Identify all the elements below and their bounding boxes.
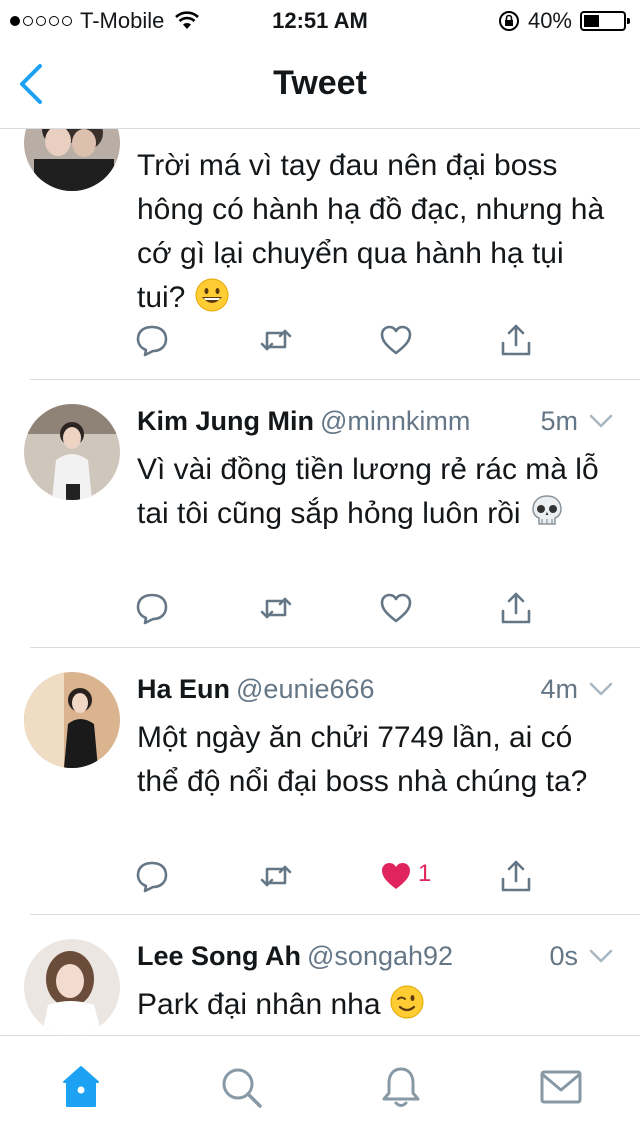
tweet-header: Lee Song Ah @songah92 0s xyxy=(137,941,614,979)
tab-bar xyxy=(0,1035,640,1137)
search-icon[interactable] xyxy=(218,1064,264,1110)
tweet-header: Kim Jung Min @minnkimm 5m xyxy=(137,406,614,444)
tweet-text: Vì vài đồng tiền lương rẻ rác mà lỗ tai … xyxy=(137,448,618,536)
tweet-text: Trời má vì tay đau nên đại boss hông có … xyxy=(137,144,618,320)
chevron-down-icon[interactable] xyxy=(588,680,614,698)
tweet-text-content: Park đại nhân nha xyxy=(137,988,381,1021)
tweet-header: Ha Eun @eunie666 4m xyxy=(137,674,614,712)
retweet-icon[interactable] xyxy=(258,858,294,894)
tweet-item[interactable]: Lee Song Ah @songah92 0s Park đại nhân nh… xyxy=(0,915,640,1035)
chevron-down-icon[interactable] xyxy=(588,412,614,430)
tweet-actions xyxy=(134,590,554,630)
share-icon[interactable] xyxy=(498,322,534,358)
share-icon[interactable] xyxy=(498,590,534,626)
avatar[interactable] xyxy=(24,404,120,500)
author-handle[interactable]: @songah92 xyxy=(307,941,453,971)
reply-icon[interactable] xyxy=(134,322,170,358)
retweet-icon[interactable] xyxy=(258,590,294,626)
author-name[interactable]: Kim Jung Min xyxy=(137,406,314,436)
tweet-item[interactable]: Ha Eun @eunie666 4m Một ngày ăn chửi 7749… xyxy=(0,648,640,914)
tweet-actions xyxy=(134,322,554,362)
avatar[interactable] xyxy=(24,129,120,191)
tweet-feed[interactable]: Trời má vì tay đau nên đại boss hông có … xyxy=(0,129,640,1035)
tweet-time: 4m xyxy=(540,674,578,704)
winking-face-icon xyxy=(390,985,424,1019)
status-bar: T-Mobile 12:51 AM 40% xyxy=(0,0,640,40)
avatar[interactable] xyxy=(24,672,120,768)
page-title: Tweet xyxy=(273,64,367,102)
liked-heart-icon[interactable] xyxy=(378,858,414,894)
tweet-item[interactable]: Trời má vì tay đau nên đại boss hông có … xyxy=(0,129,640,379)
status-right: 40% xyxy=(498,8,630,34)
battery-icon xyxy=(580,11,630,31)
home-icon[interactable] xyxy=(58,1064,104,1110)
messages-envelope-icon[interactable] xyxy=(538,1064,584,1110)
grinning-face-icon xyxy=(195,278,229,312)
author-name[interactable]: Lee Song Ah xyxy=(137,941,301,971)
like-icon[interactable] xyxy=(378,590,414,626)
tweet-text: Park đại nhân nha xyxy=(137,983,618,1027)
reply-icon[interactable] xyxy=(134,858,170,894)
tweet-text: Một ngày ăn chửi 7749 lần, ai có thể độ … xyxy=(137,721,588,798)
tweet-item[interactable]: Kim Jung Min @minnkimm 5m Vì vài đồng tiề… xyxy=(0,380,640,662)
battery-percent: 40% xyxy=(527,8,572,33)
tweet-actions: 1 xyxy=(134,858,554,898)
notifications-bell-icon[interactable] xyxy=(378,1064,424,1110)
rotation-lock-icon xyxy=(498,11,519,31)
tweet-time: 0s xyxy=(549,941,578,971)
share-icon[interactable] xyxy=(498,858,534,894)
skull-icon xyxy=(532,495,562,525)
avatar[interactable] xyxy=(24,939,120,1035)
like-count: 1 xyxy=(418,860,432,887)
like-icon[interactable] xyxy=(378,322,414,358)
tweet-time: 5m xyxy=(540,406,578,436)
author-name[interactable]: Ha Eun xyxy=(137,674,230,704)
reply-icon[interactable] xyxy=(134,590,170,626)
retweet-icon[interactable] xyxy=(258,322,294,358)
author-handle[interactable]: @minnkimm xyxy=(320,406,470,436)
chevron-down-icon[interactable] xyxy=(588,947,614,965)
author-handle[interactable]: @eunie666 xyxy=(236,674,375,704)
nav-bar: Tweet xyxy=(0,40,640,129)
